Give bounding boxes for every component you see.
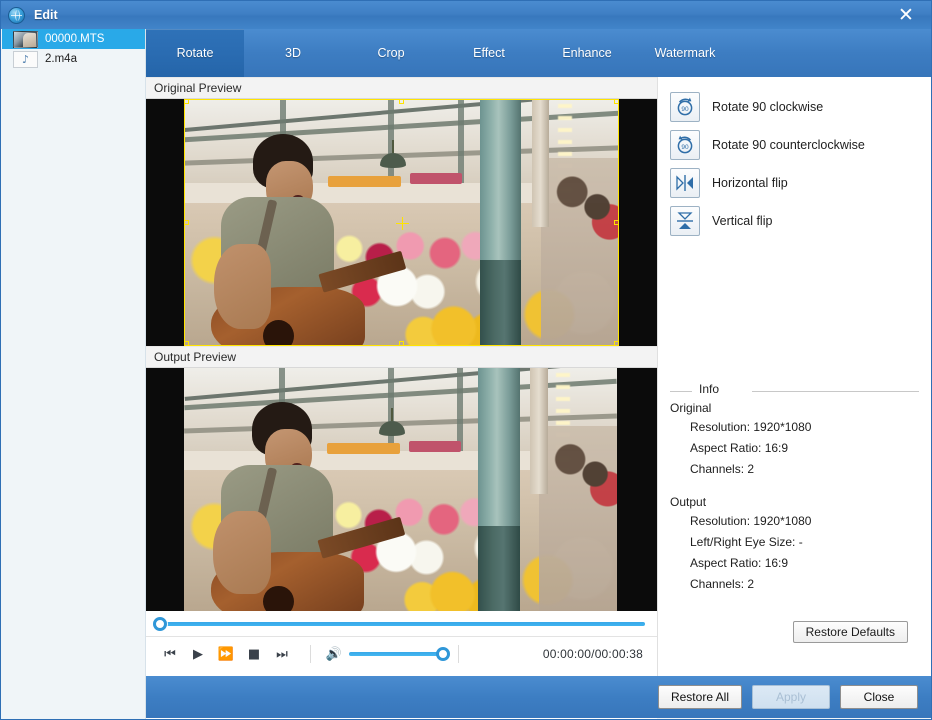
close-button[interactable]: Close — [840, 685, 918, 709]
rotate-cw-90-icon: 90 — [670, 92, 700, 122]
footer-bar: Restore All Apply Close — [146, 676, 931, 718]
vertical-flip-icon — [670, 206, 700, 236]
file-name: 00000.MTS — [45, 33, 105, 45]
file-name: 2.m4a — [45, 53, 77, 65]
music-note-icon: ♪ — [13, 50, 38, 68]
tab-rotate[interactable]: Rotate — [146, 29, 244, 77]
rotate-action-label: Vertical flip — [712, 214, 773, 228]
info-original-group: Original Resolution: 1920*1080 Aspect Ra… — [670, 401, 919, 476]
info-output-heading: Output — [670, 495, 707, 509]
info-output-group: Output Resolution: 1920*1080 Left/Right … — [670, 495, 919, 591]
volume-slider-handle[interactable] — [436, 647, 450, 661]
output-video-frame — [184, 368, 617, 611]
info-original-heading: Original — [670, 401, 712, 415]
horizontal-flip-icon — [670, 168, 700, 198]
info-group-box: Info Original Resolution: 1920*1080 Aspe… — [670, 382, 919, 643]
tab-enhance[interactable]: Enhance — [538, 29, 636, 77]
rotate-action-label: Rotate 90 counterclockwise — [712, 138, 865, 152]
seek-bar-container — [146, 611, 657, 637]
info-output-aspect-ratio: Aspect Ratio: 16:9 — [690, 556, 789, 570]
fast-forward-icon[interactable]: ⏩ — [212, 641, 240, 667]
rotate-90-counterclockwise-button[interactable]: 90 Rotate 90 counterclockwise — [670, 129, 931, 161]
seek-slider-handle[interactable] — [153, 616, 167, 631]
info-output-resolution: Resolution: 1920*1080 — [690, 514, 812, 528]
rotate-action-label: Rotate 90 clockwise — [712, 100, 824, 114]
play-icon[interactable]: ▶ — [184, 641, 212, 667]
rotate-90-clockwise-button[interactable]: 90 Rotate 90 clockwise — [670, 91, 931, 123]
tab-effect[interactable]: Effect — [440, 29, 538, 77]
vertical-flip-button[interactable]: Vertical flip — [670, 205, 931, 237]
skip-next-icon[interactable]: ⏭ — [268, 641, 296, 667]
original-video-frame — [184, 99, 619, 346]
rotate-action-label: Horizontal flip — [712, 176, 788, 190]
info-output-eye-size: Left/Right Eye Size: - — [690, 535, 803, 549]
info-original-aspect-ratio: Aspect Ratio: 16:9 — [690, 441, 789, 455]
file-list-item-video[interactable]: 00000.MTS — [2, 29, 145, 49]
app-globe-icon — [8, 6, 25, 24]
tab-crop[interactable]: Crop — [342, 29, 440, 77]
video-scene-image — [184, 368, 617, 611]
skip-previous-icon[interactable]: ⏮ — [156, 641, 184, 667]
window-title: Edit — [34, 8, 58, 22]
info-legend-label: Info — [696, 382, 723, 396]
volume-slider[interactable] — [349, 647, 450, 661]
rotate-ccw-90-icon: 90 — [670, 130, 700, 160]
title-bar: Edit ✕ — [1, 1, 931, 29]
info-output-channels: Channels: 2 — [690, 577, 755, 591]
file-list-item-audio[interactable]: ♪ 2.m4a — [2, 49, 145, 69]
restore-all-button[interactable]: Restore All — [657, 685, 742, 709]
rotate-options-panel: 90 Rotate 90 clockwise 90 Rotate 90 coun… — [657, 77, 931, 677]
video-thumbnail-icon — [13, 30, 38, 48]
restore-defaults-button[interactable]: Restore Defaults — [792, 621, 908, 643]
preview-column: Original Preview Output Preview ⏮ ▶ ⏩ ■ … — [146, 77, 657, 719]
original-preview-video[interactable] — [146, 99, 657, 346]
tab-3d[interactable]: 3D — [244, 29, 342, 77]
original-preview-label: Original Preview — [146, 77, 657, 99]
stop-icon[interactable]: ■ — [240, 641, 268, 667]
divider — [458, 645, 459, 663]
file-list-sidebar: 00000.MTS ♪ 2.m4a — [2, 29, 146, 719]
horizontal-flip-button[interactable]: Horizontal flip — [670, 167, 931, 199]
info-original-resolution: Resolution: 1920*1080 — [690, 420, 812, 434]
transport-controls: ⏮ ▶ ⏩ ■ ⏭ 🔊 00:00:00/00:00:38 — [146, 637, 657, 671]
video-scene-image — [184, 99, 619, 346]
divider — [310, 645, 311, 663]
apply-button: Apply — [752, 685, 830, 709]
edit-window: Edit ✕ 00000.MTS ♪ 2.m4a Rotate 3D Crop … — [0, 0, 932, 720]
rotate-action-list: 90 Rotate 90 clockwise 90 Rotate 90 coun… — [658, 77, 931, 237]
close-icon[interactable]: ✕ — [887, 3, 925, 27]
svg-text:90: 90 — [681, 106, 689, 113]
info-legend: Info — [670, 382, 919, 397]
output-preview-label: Output Preview — [146, 346, 657, 368]
svg-text:90: 90 — [681, 144, 689, 151]
tab-bar: Rotate 3D Crop Effect Enhance Watermark — [146, 29, 931, 77]
info-original-channels: Channels: 2 — [690, 462, 755, 476]
tab-watermark[interactable]: Watermark — [636, 29, 734, 77]
output-preview-video[interactable] — [146, 368, 657, 611]
seek-slider[interactable] — [153, 616, 645, 631]
speaker-icon[interactable]: 🔊 — [325, 644, 343, 664]
timecode-display: 00:00:00/00:00:38 — [542, 647, 643, 661]
